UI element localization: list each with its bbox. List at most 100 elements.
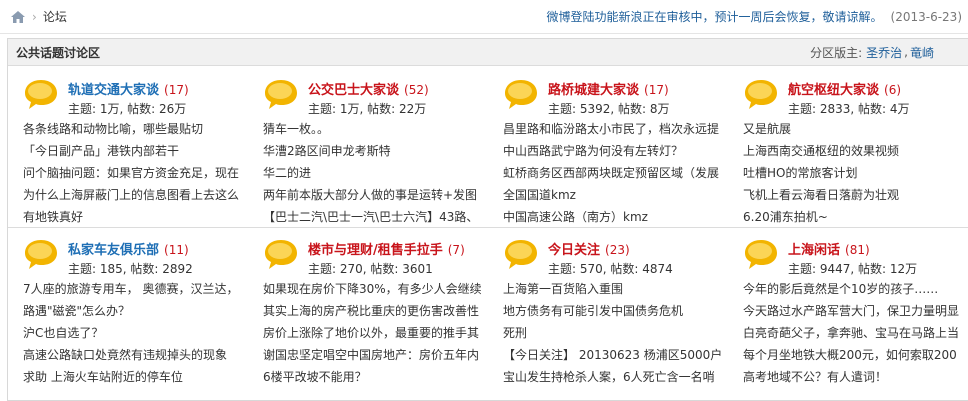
post-link[interactable]: 高速公路缺口处竟然有违规掉头的现象 [23, 344, 241, 366]
forum-card: 航空枢纽大家谈 (6) 主题: 2833, 帖数: 4万 又是航展 上海西南交通枢… [728, 78, 968, 228]
latest-posts-list: 如果现在房价下降30%，有多少人会继续 其实上海的房产税比重庆的更伤害改善性 房价上… [263, 278, 488, 388]
forum-name[interactable]: 航空枢纽大家谈 [788, 79, 879, 98]
moderator-link[interactable]: 圣乔治 [866, 44, 902, 61]
forum-bubble-icon[interactable] [743, 238, 779, 271]
forum-bubble-icon[interactable] [23, 238, 59, 271]
forum-name[interactable]: 路桥城建大家谈 [548, 79, 639, 98]
latest-posts-list: 上海第一百货陷入重围 地方债务有可能引发中国债务危机 死刑 【今日关注】 201306… [503, 278, 728, 388]
forum-stats: 主题: 9447, 帖数: 12万 [788, 262, 918, 276]
forum-stats: 主题: 185, 帖数: 2892 [68, 262, 193, 276]
announcement: 微博登陆功能新浪正在审核中，预计一周后会恢复，敬请谅解。 (2013-6-23) [547, 8, 962, 25]
post-link[interactable]: 各条线路和动物比喻，哪些最贴切 [23, 118, 241, 140]
moderator-separator: , [904, 45, 908, 59]
post-link[interactable]: 虹桥商务区西部两块既定预留区域（发展 [503, 162, 725, 184]
breadcrumb-separator: › [32, 9, 37, 24]
post-link[interactable]: 吐槽HO的常旅客计划 [743, 162, 968, 184]
post-link[interactable]: 上海西南交通枢纽的效果视频 [743, 140, 968, 162]
post-link[interactable]: 今年的影后竟然是个10岁的孩子…… [743, 278, 968, 300]
forum-name[interactable]: 上海闲话 [788, 239, 840, 258]
post-link[interactable]: 路遇"磁瓷"怎么办？ [23, 300, 241, 322]
forum-card: 路桥城建大家谈 (17) 主题: 5392, 帖数: 8万 昌里路和临汾路太小市… [488, 78, 728, 228]
post-link[interactable]: 死刑 [503, 322, 725, 344]
forum-stats: 主题: 270, 帖数: 3601 [308, 262, 433, 276]
forum-today-count: (17) [164, 83, 189, 97]
post-link[interactable]: 房价上涨除了地价以外，最重要的推手其 [263, 322, 485, 344]
post-link[interactable]: 昌里路和临汾路太小市民了，档次永远提 [503, 118, 725, 140]
post-link[interactable]: 如果现在房价下降30%，有多少人会继续 [263, 278, 485, 300]
forum-row: 私家车友俱乐部 (11) 主题: 185, 帖数: 2892 7人座的旅游专用车… [8, 228, 968, 400]
post-link[interactable]: 全国国道kmz [503, 184, 725, 206]
forum-bubble-icon[interactable] [503, 238, 539, 271]
forum-name[interactable]: 今日关注 [548, 239, 600, 258]
post-link[interactable]: 谢国忠坚定唱空中国房地产：房价五年内 [263, 344, 485, 366]
post-link[interactable]: 中国高速公路（南方）kmz [503, 206, 725, 228]
post-link[interactable]: 中山西路武宁路为何没有左转灯？ [503, 140, 725, 162]
forum-today-count: (6) [884, 83, 902, 97]
home-icon[interactable] [10, 10, 26, 24]
forum-name[interactable]: 楼市与理财/租售手拉手 [308, 239, 443, 258]
post-link[interactable]: 沪C也自选了？ [23, 322, 241, 344]
breadcrumb-current[interactable]: 论坛 [43, 8, 67, 25]
forum-row: 轨道交通大家谈 (17) 主题: 1万, 帖数: 26万 各条线路和动物比喻，哪… [8, 66, 968, 228]
forum-name[interactable]: 公交巴士大家谈 [308, 79, 399, 98]
post-link[interactable]: 两年前本版大部分人做的事是运转+发图 [263, 184, 485, 206]
latest-posts-list: 又是航展 上海西南交通枢纽的效果视频 吐槽HO的常旅客计划 飞机上看云海看日落蔚为壮观… [743, 118, 968, 228]
moderator-label: 分区版主: [810, 45, 863, 60]
section-moderators: 分区版主: 圣乔治 , 竜崎 [810, 44, 934, 61]
post-link[interactable]: 猜车一枚。。 [263, 118, 485, 140]
post-link[interactable]: 又是航展 [743, 118, 968, 140]
latest-posts-list: 各条线路和动物比喻，哪些最贴切 「今日副产品」港铁内部若干 问个脑抽问题：如果官方资… [23, 118, 248, 228]
forum-card: 楼市与理财/租售手拉手 (7) 主题: 270, 帖数: 3601 如果现在房价… [248, 238, 488, 400]
post-link[interactable]: 问个脑抽问题：如果官方资金充足，现在为什么上海屏蔽门上的信息图看上去这么 [23, 162, 241, 206]
post-link[interactable]: 每个月坐地铁大概200元，如何索取200 [743, 344, 968, 366]
forum-section-panel: 公共话题讨论区 分区版主: 圣乔治 , 竜崎 轨道交通大家谈 (17) 主题: … [7, 38, 968, 401]
moderator-link[interactable]: 竜崎 [910, 44, 934, 61]
forum-name[interactable]: 私家车友俱乐部 [68, 239, 159, 258]
post-link[interactable]: 「今日副产品」港铁内部若干 [23, 140, 241, 162]
section-title: 公共话题讨论区 [16, 45, 101, 60]
forum-card: 公交巴士大家谈 (52) 主题: 1万, 帖数: 22万 猜车一枚。。 华漕2路区… [248, 78, 488, 228]
post-link[interactable]: 地方债务有可能引发中国债务危机 [503, 300, 725, 322]
breadcrumb-bar: › 论坛 微博登陆功能新浪正在审核中，预计一周后会恢复，敬请谅解。 (2013-… [0, 0, 968, 34]
post-link[interactable]: 6.20浦东拍机~ [743, 206, 968, 228]
forum-card: 轨道交通大家谈 (17) 主题: 1万, 帖数: 26万 各条线路和动物比喻，哪… [8, 78, 248, 228]
post-link[interactable]: 高考地域不公？有人遣词！ [743, 366, 968, 388]
post-link[interactable]: 6楼平改坡不能用？ [263, 366, 485, 388]
post-link[interactable]: 【今日关注】 20130623 杨浦区5000户 [503, 344, 725, 366]
forum-today-count: (11) [164, 243, 189, 257]
forum-stats: 主题: 1万, 帖数: 26万 [68, 102, 187, 116]
forum-today-count: (17) [644, 83, 669, 97]
section-header: 公共话题讨论区 分区版主: 圣乔治 , 竜崎 [8, 39, 968, 66]
forum-today-count: (23) [605, 243, 630, 257]
latest-posts-list: 7人座的旅游专用车， 奥德赛，汉兰达， 路遇"磁瓷"怎么办？ 沪C也自选了？ 高速公路… [23, 278, 248, 388]
forum-card: 私家车友俱乐部 (11) 主题: 185, 帖数: 2892 7人座的旅游专用车… [8, 238, 248, 400]
forum-stats: 主题: 570, 帖数: 4874 [548, 262, 673, 276]
forum-today-count: (81) [845, 243, 870, 257]
forum-name[interactable]: 轨道交通大家谈 [68, 79, 159, 98]
announcement-text[interactable]: 微博登陆功能新浪正在审核中，预计一周后会恢复，敬请谅解。 [547, 8, 883, 25]
post-link[interactable]: 今天路过水产路军营大门，保卫力量明显 [743, 300, 968, 322]
forum-bubble-icon[interactable] [263, 78, 299, 111]
post-link[interactable]: 其实上海的房产税比重庆的更伤害改善性 [263, 300, 485, 322]
forum-stats: 主题: 5392, 帖数: 8万 [548, 102, 670, 116]
post-link[interactable]: 宝山发生持枪杀人案，6人死亡含一名哨 [503, 366, 725, 388]
post-link[interactable]: 求助 上海火车站附近的停车位 [23, 366, 241, 388]
post-link[interactable]: 飞机上看云海看日落蔚为壮观 [743, 184, 968, 206]
post-link[interactable]: 有地铁真好 [23, 206, 241, 228]
post-link[interactable]: 【巴士二汽\巴士一汽\巴士六汽】43路、 [263, 206, 485, 228]
post-link[interactable]: 华二的进 [263, 162, 485, 184]
post-link[interactable]: 上海第一百货陷入重围 [503, 278, 725, 300]
forum-bubble-icon[interactable] [743, 78, 779, 111]
forum-bubble-icon[interactable] [503, 78, 539, 111]
latest-posts-list: 昌里路和临汾路太小市民了，档次永远提 中山西路武宁路为何没有左转灯？ 虹桥商务区西部… [503, 118, 728, 228]
post-link[interactable]: 白亮奇葩父子，拿奔驰、宝马在马路上当 [743, 322, 968, 344]
forum-card: 上海闲话 (81) 主题: 9447, 帖数: 12万 今年的影后竟然是个10岁… [728, 238, 968, 400]
post-link[interactable]: 7人座的旅游专用车， 奥德赛，汉兰达， [23, 278, 241, 300]
post-link[interactable]: 华漕2路区间申龙考斯特 [263, 140, 485, 162]
latest-posts-list: 今年的影后竟然是个10岁的孩子…… 今天路过水产路军营大门，保卫力量明显 白亮奇葩父… [743, 278, 968, 388]
forum-bubble-icon[interactable] [263, 238, 299, 271]
forum-bubble-icon[interactable] [23, 78, 59, 111]
announcement-date: (2013-6-23) [890, 9, 962, 24]
latest-posts-list: 猜车一枚。。 华漕2路区间申龙考斯特 华二的进 两年前本版大部分人做的事是运转+发图【… [263, 118, 488, 228]
forum-today-count: (52) [404, 83, 429, 97]
